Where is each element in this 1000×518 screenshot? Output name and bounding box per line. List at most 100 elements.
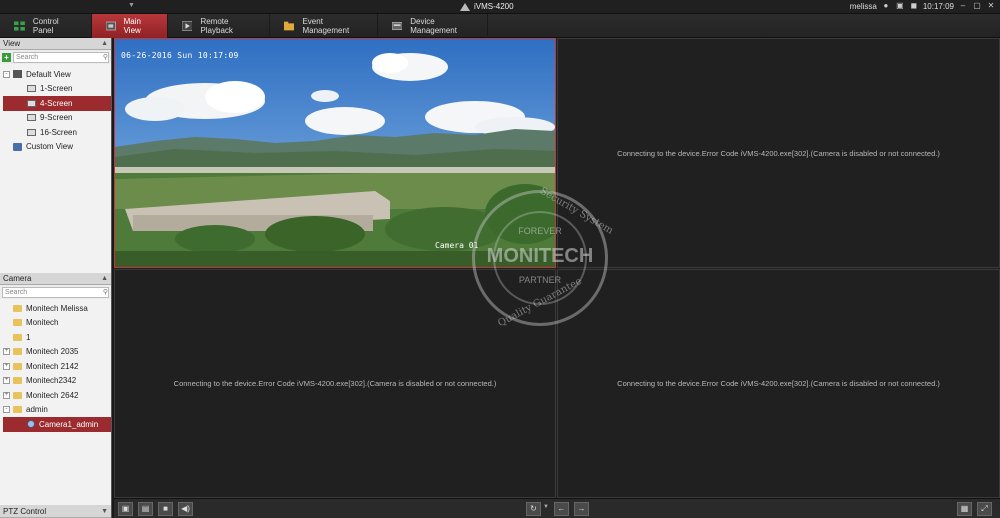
view-panel-title: View [3, 39, 21, 48]
tree-1-screen[interactable]: 1-Screen [3, 82, 111, 97]
error-message: Connecting to the device.Error Code iVMS… [617, 379, 940, 388]
fullscreen-icon[interactable]: ⤢ [977, 502, 992, 516]
video-window-4[interactable]: Connecting to the device.Error Code iVMS… [557, 269, 1000, 498]
record-layout-icon[interactable]: ▤ [138, 502, 153, 516]
tree-label: Monitech 2142 [26, 361, 79, 371]
username[interactable]: melissa [850, 2, 877, 11]
tab-label: Device Management [410, 17, 457, 35]
tab-device-management[interactable]: Device Management [378, 14, 488, 38]
window-layout-icon[interactable]: ▦ [957, 502, 972, 516]
tree-camera[interactable]: Camera1_admin [3, 417, 111, 432]
tree-custom-view[interactable]: Custom View [3, 140, 111, 155]
tree-device[interactable]: - admin [3, 403, 111, 418]
auto-switch-icon[interactable]: ↻ [526, 502, 541, 516]
collapse-node-icon[interactable]: - [3, 70, 10, 78]
view-search-row: + Search ⚲ [0, 50, 111, 64]
view-panel-header[interactable]: View ▲ [0, 38, 111, 50]
bottom-toolbar: ▣ ▤ ■ ◀) ↻ ▼ ← → ▦ ⤢ [114, 498, 1000, 518]
search-icon[interactable]: ⚲ [103, 53, 108, 62]
tab-control-panel[interactable]: Control Panel [0, 14, 92, 38]
tree-device[interactable]: + Monitech 2142 [3, 359, 111, 374]
expand-node-icon[interactable]: + [3, 391, 10, 399]
collapse-node-icon[interactable]: - [3, 406, 10, 414]
grid-icon [14, 21, 25, 31]
alarm-icon[interactable]: ◼ [909, 1, 919, 11]
previous-page-icon[interactable]: ← [554, 502, 569, 516]
camera-panel-header[interactable]: Camera ▲ [0, 273, 111, 285]
tree-device[interactable]: + Monitech 2642 [3, 388, 111, 403]
video-window-3[interactable]: Connecting to the device.Error Code iVMS… [114, 269, 556, 498]
view-group-icon [13, 70, 22, 79]
lock-icon[interactable]: ▣ [895, 1, 905, 11]
expand-node-icon[interactable]: + [3, 348, 10, 356]
ptz-panel-header[interactable]: PTZ Control ▼ [0, 505, 111, 518]
folder-icon [13, 333, 22, 341]
view-search-input[interactable]: Search ⚲ [13, 51, 109, 63]
tree-label: 4-Screen [40, 98, 73, 108]
video-window-1[interactable]: 06-26-2016 Sun 10:17:09 Camera 01 [114, 38, 556, 268]
osd-camera-name: Camera 01 [435, 241, 479, 250]
title-bar: ▼ iVMS-4200 melissa ● ▣ ◼ 10:17:09 – ▢ ✕ [0, 0, 1000, 14]
tab-main-view[interactable]: Main View [92, 14, 168, 38]
expand-node-icon[interactable]: + [3, 362, 10, 370]
capture-icon[interactable]: ▣ [118, 502, 133, 516]
tree-16-screen[interactable]: 16-Screen [3, 125, 111, 140]
tree-device[interactable]: Monitech [3, 316, 111, 331]
error-message: Connecting to the device.Error Code iVMS… [173, 379, 497, 388]
folder-icon [13, 362, 22, 370]
tree-default-view[interactable]: - Default View [3, 67, 111, 82]
collapse-icon[interactable]: ▲ [101, 275, 108, 282]
camera-icon [27, 420, 35, 429]
tree-4-screen[interactable]: 4-Screen [3, 96, 111, 111]
live-video-frame [115, 39, 555, 267]
collapse-icon[interactable]: ▲ [101, 40, 108, 47]
main-menu-tabs: Control Panel Main View Remote Playback … [0, 14, 1000, 38]
view-section: View ▲ + Search ⚲ - Default View 1-Scree… [0, 38, 111, 270]
tab-label: Remote Playback [200, 17, 233, 35]
tree-device[interactable]: Monitech Melissa [3, 301, 111, 316]
tab-event-management[interactable]: Event Management [270, 14, 378, 38]
camera-search-input[interactable]: Search ⚲ [2, 286, 109, 298]
folder-icon [13, 304, 22, 312]
camera-section: Camera ▲ Search ⚲ Monitech Melissa Monit… [0, 273, 111, 505]
user-icon[interactable]: ● [881, 1, 891, 11]
tree-label: admin [26, 405, 48, 415]
add-view-button[interactable]: + [2, 52, 11, 62]
tab-label: Event Management [302, 17, 350, 35]
volume-icon[interactable]: ◀) [178, 502, 193, 516]
tree-device[interactable]: + Monitech 2035 [3, 345, 111, 360]
folder-icon [13, 391, 22, 399]
screen-layout-icon [27, 99, 36, 107]
tree-device[interactable]: + Monitech2342 [3, 374, 111, 389]
tab-remote-playback[interactable]: Remote Playback [168, 14, 270, 38]
dropdown-arrow-icon[interactable]: ▼ [543, 504, 549, 510]
app-title: iVMS-4200 [460, 2, 514, 11]
error-message: Connecting to the device.Error Code iVMS… [617, 148, 940, 158]
tree-label: Monitech 2642 [26, 390, 79, 400]
next-page-icon[interactable]: → [574, 502, 589, 516]
video-window-2[interactable]: Connecting to the device.Error Code iVMS… [557, 38, 1000, 268]
device-icon [392, 22, 403, 30]
folder-event-icon [284, 21, 295, 31]
stop-all-icon[interactable]: ■ [158, 502, 173, 516]
expand-icon[interactable]: ▼ [101, 508, 108, 515]
folder-icon [13, 348, 22, 356]
tree-label: 9-Screen [40, 113, 73, 123]
tab-label: Main View [123, 17, 141, 35]
expand-node-icon[interactable]: + [3, 377, 10, 385]
screen-layout-icon [27, 128, 36, 136]
tree-label: Monitech Melissa [26, 303, 88, 313]
app-title-text: iVMS-4200 [474, 2, 514, 11]
camera-search-row: Search ⚲ [0, 285, 111, 299]
tree-label: Camera1_admin [39, 419, 99, 429]
close-icon[interactable]: ✕ [986, 1, 996, 11]
video-grid: 06-26-2016 Sun 10:17:09 Camera 01 Connec… [114, 38, 1000, 498]
tree-label: Monitech [26, 318, 59, 328]
restore-icon[interactable]: ▢ [972, 1, 982, 11]
collapse-caret-icon[interactable]: ▼ [128, 2, 135, 9]
search-icon[interactable]: ⚲ [103, 288, 108, 297]
tree-device[interactable]: 1 [3, 330, 111, 345]
screen-layout-icon [27, 114, 36, 122]
tree-9-screen[interactable]: 9-Screen [3, 111, 111, 126]
minimize-icon[interactable]: – [958, 1, 968, 11]
